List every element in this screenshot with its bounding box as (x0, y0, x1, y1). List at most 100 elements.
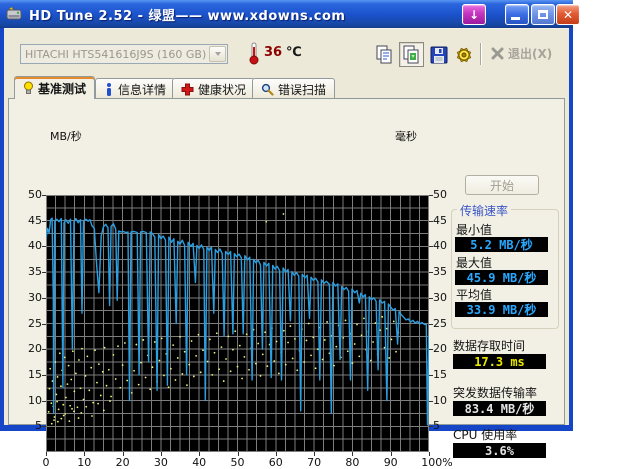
avg-value: 33.9 MB/秒 (455, 302, 548, 317)
benchmark-plot (46, 195, 429, 452)
benchmark-plot-svg (46, 195, 429, 452)
burst-rate-value: 83.4 MB/秒 (453, 401, 546, 416)
tick-label: 5 (35, 419, 42, 433)
tick-label: 40 (192, 456, 207, 469)
tick-label (352, 452, 354, 456)
exit-x-icon (491, 47, 504, 60)
app-window: HD Tune 2.52 - 绿盟—— www.xdowns.com ↓ ✕ H… (0, 0, 580, 469)
tick-label: 25 (28, 316, 42, 330)
start-button[interactable]: 开始 (465, 175, 539, 195)
save-button[interactable] (426, 42, 451, 67)
exit-label: 退出(X) (508, 47, 553, 61)
tick-label (429, 195, 433, 196)
y-axis-left-title: MB/秒 (50, 130, 82, 143)
tick-label: 5 (433, 419, 440, 433)
titlebar: HD Tune 2.52 - 绿盟—— www.xdowns.com (0, 0, 573, 28)
tab-info[interactable]: 信息详情 (95, 78, 176, 99)
close-button[interactable]: ✕ (556, 4, 580, 25)
tick-label: 20 (28, 342, 42, 356)
tick-label (42, 400, 46, 402)
max-value: 45.9 MB/秒 (455, 270, 548, 285)
min-value: 5.2 MB/秒 (455, 237, 548, 252)
tab-label: 基准测试 (38, 81, 87, 96)
temperature-unit: ℃ (286, 45, 302, 60)
tick-label (42, 426, 46, 428)
tab-error-scan[interactable]: 错误扫描 (252, 78, 336, 99)
chevron-down-icon (214, 52, 221, 56)
tick-label (160, 452, 162, 456)
tick-label: 10 (28, 393, 42, 407)
copy-image-button[interactable] (399, 42, 424, 67)
tab-label: 错误扫描 (278, 82, 327, 97)
tick-label (429, 220, 433, 222)
tick-label (429, 452, 430, 456)
tick-label: 15 (28, 367, 42, 381)
tick-label: 35 (433, 265, 447, 279)
download-button[interactable]: ↓ (462, 4, 486, 25)
thermometer-icon (249, 42, 259, 65)
tick-label (429, 272, 433, 274)
cpu-usage-value: 3.6% (453, 443, 546, 458)
tick-label (314, 452, 316, 456)
minimize-button[interactable] (505, 4, 529, 25)
tick-label (42, 195, 46, 196)
tick-label: 70 (307, 456, 322, 469)
cpu-usage-label: CPU 使用率 (453, 428, 518, 442)
burst-rate-label: 突发数据传输率 (453, 386, 538, 400)
maximize-button[interactable] (531, 4, 555, 25)
drive-select-value: HITACHI HTS541616J9S (160 GB) (25, 47, 207, 61)
tick-label: 50 (433, 188, 447, 201)
tick-label (46, 452, 47, 456)
exit-button: 退出(X) (491, 45, 552, 62)
tick-label: 80 (345, 456, 360, 469)
tick-label: 30 (28, 290, 42, 304)
access-time-label: 数据存取时间 (453, 339, 526, 353)
tick-label (390, 452, 392, 456)
tick-label: 100% (421, 456, 453, 469)
tick-label: 10 (433, 393, 447, 407)
tick-label (429, 323, 433, 325)
tick-label: 50 (28, 188, 42, 201)
tick-label (84, 452, 86, 456)
tick-label: 20 (115, 456, 130, 469)
tick-label: 0 (42, 456, 50, 469)
tick-label: 50 (230, 456, 245, 469)
tab-benchmark[interactable]: 基准测试 (14, 76, 96, 99)
close-icon: ✕ (562, 7, 574, 22)
y-axis-right-title: 毫秒 (395, 130, 417, 143)
drive-select[interactable]: HITACHI HTS541616J9S (160 GB) (20, 44, 228, 64)
benchmark-tab-page: MB/秒 毫秒 开始 传输速率 最小值 5.2 MB/秒 最大值 45.9 MB… (8, 98, 565, 469)
tick-label (237, 452, 239, 456)
tick-label: 45 (433, 213, 447, 227)
magnifier-icon (261, 83, 274, 96)
tick-label: 20 (433, 342, 447, 356)
tick-label (429, 400, 433, 402)
tick-label (429, 297, 433, 299)
tick-label (122, 452, 124, 456)
tick-label (429, 246, 433, 248)
save-icon (430, 46, 447, 63)
tick-label: 40 (433, 239, 447, 253)
maximize-icon (538, 10, 548, 19)
copy-text-icon (376, 45, 392, 64)
options-gear-icon (456, 47, 471, 62)
tab-health[interactable]: 健康状况 (172, 78, 256, 99)
copy-text-button[interactable] (372, 42, 397, 67)
tick-label (42, 220, 46, 222)
options-button[interactable] (451, 42, 476, 67)
tick-label (42, 323, 46, 325)
temperature-value: 36 (264, 45, 283, 60)
drive-select-arrow-button[interactable] (209, 46, 226, 62)
tick-label: 90 (383, 456, 398, 469)
tick-label (429, 349, 433, 351)
tick-label: 30 (153, 456, 168, 469)
tick-label (275, 452, 277, 456)
info-icon (107, 82, 111, 96)
copy-image-icon (403, 45, 419, 64)
tick-label: 30 (433, 290, 447, 304)
tab-label: 健康状况 (198, 82, 247, 97)
tick-label (42, 349, 46, 351)
tick-label (42, 272, 46, 274)
access-time-value: 17.3 ms (453, 354, 546, 369)
app-icon (6, 6, 22, 19)
